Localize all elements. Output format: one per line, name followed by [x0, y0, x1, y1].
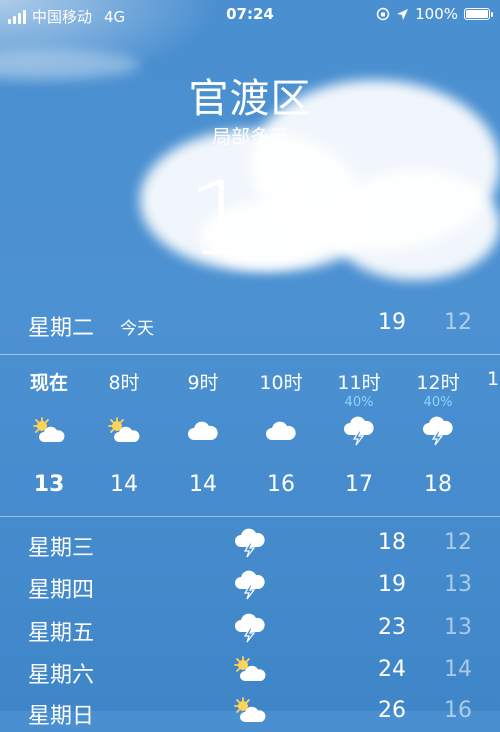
thunderstorm-icon — [232, 570, 268, 600]
today-row: 星期二 今天 19 12 — [0, 300, 500, 350]
today-tag: 今天 — [120, 319, 154, 339]
daily-row: 星期五 23 13 — [0, 607, 500, 649]
partly-sunny-icon — [31, 416, 67, 446]
thunderstorm-icon — [341, 416, 377, 446]
day-name: 星期六 — [28, 663, 95, 688]
day-name: 星期日 — [28, 704, 95, 729]
today-high: 19 — [378, 310, 406, 335]
day-high: 23 — [378, 615, 406, 640]
thunderstorm-icon — [420, 416, 456, 446]
hour-label: 9时 — [187, 372, 219, 394]
day-low: 12 — [444, 530, 472, 555]
hour-temp: 17 — [345, 472, 373, 497]
status-bar: 中国移动 4G 07:24 100% — [0, 0, 500, 30]
daily-row: 星期日 26 16 — [0, 690, 500, 732]
day-name: 星期四 — [28, 578, 95, 603]
hour-label: 10时 — [259, 372, 303, 394]
day-low: 13 — [444, 572, 472, 597]
precip-chance: 40% — [344, 395, 374, 410]
weather-condition: 局部多云 — [211, 126, 288, 148]
city-name: 官渡区 — [188, 76, 312, 122]
daily-row: 星期三 18 12 — [0, 522, 500, 564]
partly-sunny-icon — [232, 655, 268, 685]
partly-sunny-icon — [232, 696, 268, 726]
daily-row: 星期四 19 13 — [0, 564, 500, 606]
today-low: 12 — [444, 310, 472, 335]
hour-temp: 16 — [267, 472, 295, 497]
partly-sunny-icon — [106, 416, 142, 446]
day-high: 18 — [378, 530, 406, 555]
hour-temp: 14 — [110, 472, 138, 497]
today-day: 星期二 — [28, 316, 95, 341]
hour-temp: 14 — [189, 472, 217, 497]
hourly-forecast[interactable]: 现在 13 8时 14 9时 14 10时 16 11时 40% 17 12时 … — [0, 356, 500, 516]
cloud-icon — [263, 416, 299, 446]
cloud-icon — [185, 416, 221, 446]
current-temperature: 13 — [187, 160, 315, 279]
hour-label: 1 — [486, 368, 500, 390]
divider — [0, 516, 500, 517]
hour-temp: 18 — [424, 472, 452, 497]
day-name: 星期三 — [28, 536, 95, 561]
hour-label: 11时 — [337, 372, 381, 394]
divider — [0, 354, 500, 355]
location-arrow-icon — [397, 8, 409, 20]
hour-label: 8时 — [108, 372, 140, 394]
hour-label: 现在 — [29, 372, 68, 394]
thunderstorm-icon — [232, 613, 268, 643]
day-high: 19 — [378, 572, 406, 597]
orientation-lock-icon — [376, 7, 390, 21]
battery-icon — [464, 8, 493, 20]
day-low: 14 — [444, 657, 472, 682]
precip-chance: 40% — [423, 395, 453, 410]
day-high: 24 — [378, 657, 406, 682]
battery-percent: 100% — [415, 5, 458, 23]
thunderstorm-icon — [232, 528, 268, 558]
day-low: 13 — [444, 615, 472, 640]
hour-temp: 13 — [33, 472, 65, 497]
day-name: 星期五 — [28, 621, 95, 646]
daily-row: 星期六 24 14 — [0, 649, 500, 691]
